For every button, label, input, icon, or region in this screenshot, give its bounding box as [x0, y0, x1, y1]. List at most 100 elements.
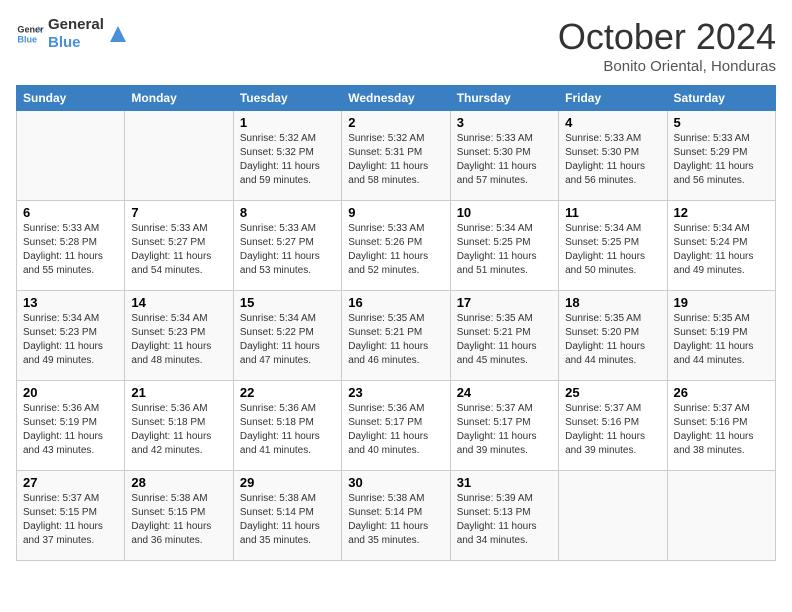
calendar-table: Sunday Monday Tuesday Wednesday Thursday… [16, 85, 776, 561]
day-info: Sunrise: 5:33 AMSunset: 5:29 PMDaylight:… [674, 132, 769, 188]
day-info: Sunrise: 5:34 AMSunset: 5:25 PMDaylight:… [457, 222, 552, 278]
calendar-cell: 3 Sunrise: 5:33 AMSunset: 5:30 PMDaylight… [450, 111, 558, 201]
calendar-cell: 12 Sunrise: 5:34 AMSunset: 5:24 PMDayligh… [667, 201, 775, 291]
calendar-cell: 26 Sunrise: 5:37 AMSunset: 5:16 PMDayligh… [667, 381, 775, 471]
logo-blue: Blue [48, 34, 104, 52]
day-info: Sunrise: 5:33 AMSunset: 5:28 PMDaylight:… [23, 222, 118, 278]
day-number: 5 [674, 115, 769, 130]
day-number: 10 [457, 205, 552, 220]
col-sunday: Sunday [17, 86, 125, 111]
calendar-cell: 31 Sunrise: 5:39 AMSunset: 5:13 PMDayligh… [450, 471, 558, 561]
day-number: 19 [674, 295, 769, 310]
col-thursday: Thursday [450, 86, 558, 111]
day-number: 22 [240, 385, 335, 400]
day-info: Sunrise: 5:35 AMSunset: 5:20 PMDaylight:… [565, 312, 660, 368]
calendar-cell: 30 Sunrise: 5:38 AMSunset: 5:14 PMDayligh… [342, 471, 450, 561]
calendar-week-3: 13 Sunrise: 5:34 AMSunset: 5:23 PMDayligh… [17, 291, 776, 381]
day-info: Sunrise: 5:38 AMSunset: 5:15 PMDaylight:… [131, 492, 226, 548]
calendar-header: Sunday Monday Tuesday Wednesday Thursday… [17, 86, 776, 111]
day-number: 30 [348, 475, 443, 490]
day-number: 11 [565, 205, 660, 220]
calendar-cell: 25 Sunrise: 5:37 AMSunset: 5:16 PMDayligh… [559, 381, 667, 471]
day-info: Sunrise: 5:33 AMSunset: 5:30 PMDaylight:… [565, 132, 660, 188]
day-info: Sunrise: 5:36 AMSunset: 5:18 PMDaylight:… [131, 402, 226, 458]
day-info: Sunrise: 5:39 AMSunset: 5:13 PMDaylight:… [457, 492, 552, 548]
day-info: Sunrise: 5:35 AMSunset: 5:21 PMDaylight:… [457, 312, 552, 368]
col-wednesday: Wednesday [342, 86, 450, 111]
logo-general: General [48, 16, 104, 34]
day-info: Sunrise: 5:33 AMSunset: 5:30 PMDaylight:… [457, 132, 552, 188]
day-number: 8 [240, 205, 335, 220]
calendar-cell: 17 Sunrise: 5:35 AMSunset: 5:21 PMDayligh… [450, 291, 558, 381]
col-saturday: Saturday [667, 86, 775, 111]
day-number: 12 [674, 205, 769, 220]
calendar-cell: 7Sunrise: 5:33 AMSunset: 5:27 PMDaylight… [125, 201, 233, 291]
logo-triangle-icon [108, 24, 128, 44]
col-monday: Monday [125, 86, 233, 111]
day-info: Sunrise: 5:38 AMSunset: 5:14 PMDaylight:… [240, 492, 335, 548]
day-number: 17 [457, 295, 552, 310]
day-number: 4 [565, 115, 660, 130]
day-number: 16 [348, 295, 443, 310]
calendar-cell: 23Sunrise: 5:36 AMSunset: 5:17 PMDayligh… [342, 381, 450, 471]
calendar-cell: 8 Sunrise: 5:33 AMSunset: 5:27 PMDaylight… [233, 201, 341, 291]
day-info: Sunrise: 5:37 AMSunset: 5:16 PMDaylight:… [674, 402, 769, 458]
day-number: 15 [240, 295, 335, 310]
calendar-cell: 11Sunrise: 5:34 AMSunset: 5:25 PMDayligh… [559, 201, 667, 291]
day-number: 25 [565, 385, 660, 400]
weekday-row: Sunday Monday Tuesday Wednesday Thursday… [17, 86, 776, 111]
calendar-week-2: 6 Sunrise: 5:33 AMSunset: 5:28 PMDaylight… [17, 201, 776, 291]
calendar-week-5: 27Sunrise: 5:37 AMSunset: 5:15 PMDayligh… [17, 471, 776, 561]
day-info: Sunrise: 5:32 AMSunset: 5:31 PMDaylight:… [348, 132, 443, 188]
calendar-cell: 4 Sunrise: 5:33 AMSunset: 5:30 PMDaylight… [559, 111, 667, 201]
day-number: 13 [23, 295, 118, 310]
calendar-cell: 13 Sunrise: 5:34 AMSunset: 5:23 PMDayligh… [17, 291, 125, 381]
title-block: October 2024 Bonito Oriental, Honduras [558, 16, 776, 75]
day-info: Sunrise: 5:37 AMSunset: 5:16 PMDaylight:… [565, 402, 660, 458]
day-info: Sunrise: 5:34 AMSunset: 5:24 PMDaylight:… [674, 222, 769, 278]
day-info: Sunrise: 5:33 AMSunset: 5:26 PMDaylight:… [348, 222, 443, 278]
calendar-cell: 9 Sunrise: 5:33 AMSunset: 5:26 PMDaylight… [342, 201, 450, 291]
day-info: Sunrise: 5:37 AMSunset: 5:15 PMDaylight:… [23, 492, 118, 548]
calendar-cell [125, 111, 233, 201]
calendar-cell: 10 Sunrise: 5:34 AMSunset: 5:25 PMDayligh… [450, 201, 558, 291]
calendar-week-4: 20Sunrise: 5:36 AMSunset: 5:19 PMDayligh… [17, 381, 776, 471]
day-number: 31 [457, 475, 552, 490]
calendar-cell: 20Sunrise: 5:36 AMSunset: 5:19 PMDayligh… [17, 381, 125, 471]
day-number: 26 [674, 385, 769, 400]
logo-icon: General Blue [16, 20, 44, 48]
col-friday: Friday [559, 86, 667, 111]
calendar-week-1: 1Sunrise: 5:32 AMSunset: 5:32 PMDaylight… [17, 111, 776, 201]
col-tuesday: Tuesday [233, 86, 341, 111]
month-title: October 2024 [558, 16, 776, 58]
day-number: 9 [348, 205, 443, 220]
calendar-cell: 27Sunrise: 5:37 AMSunset: 5:15 PMDayligh… [17, 471, 125, 561]
calendar-cell: 28Sunrise: 5:38 AMSunset: 5:15 PMDayligh… [125, 471, 233, 561]
calendar-cell [17, 111, 125, 201]
day-number: 21 [131, 385, 226, 400]
calendar-cell [559, 471, 667, 561]
day-number: 18 [565, 295, 660, 310]
calendar-cell: 22Sunrise: 5:36 AMSunset: 5:18 PMDayligh… [233, 381, 341, 471]
calendar-cell: 2 Sunrise: 5:32 AMSunset: 5:31 PMDaylight… [342, 111, 450, 201]
day-number: 3 [457, 115, 552, 130]
day-number: 7 [131, 205, 226, 220]
calendar-body: 1Sunrise: 5:32 AMSunset: 5:32 PMDaylight… [17, 111, 776, 561]
calendar-cell: 16 Sunrise: 5:35 AMSunset: 5:21 PMDayligh… [342, 291, 450, 381]
day-number: 6 [23, 205, 118, 220]
day-info: Sunrise: 5:35 AMSunset: 5:21 PMDaylight:… [348, 312, 443, 368]
day-info: Sunrise: 5:38 AMSunset: 5:14 PMDaylight:… [348, 492, 443, 548]
day-info: Sunrise: 5:34 AMSunset: 5:23 PMDaylight:… [23, 312, 118, 368]
day-info: Sunrise: 5:35 AMSunset: 5:19 PMDaylight:… [674, 312, 769, 368]
calendar-cell: 6 Sunrise: 5:33 AMSunset: 5:28 PMDaylight… [17, 201, 125, 291]
day-info: Sunrise: 5:33 AMSunset: 5:27 PMDaylight:… [240, 222, 335, 278]
day-number: 14 [131, 295, 226, 310]
day-number: 29 [240, 475, 335, 490]
calendar-cell: 21 Sunrise: 5:36 AMSunset: 5:18 PMDayligh… [125, 381, 233, 471]
calendar-cell: 1Sunrise: 5:32 AMSunset: 5:32 PMDaylight… [233, 111, 341, 201]
calendar-cell [667, 471, 775, 561]
calendar-cell: 18 Sunrise: 5:35 AMSunset: 5:20 PMDayligh… [559, 291, 667, 381]
day-info: Sunrise: 5:32 AMSunset: 5:32 PMDaylight:… [240, 132, 335, 188]
day-number: 23 [348, 385, 443, 400]
day-number: 2 [348, 115, 443, 130]
